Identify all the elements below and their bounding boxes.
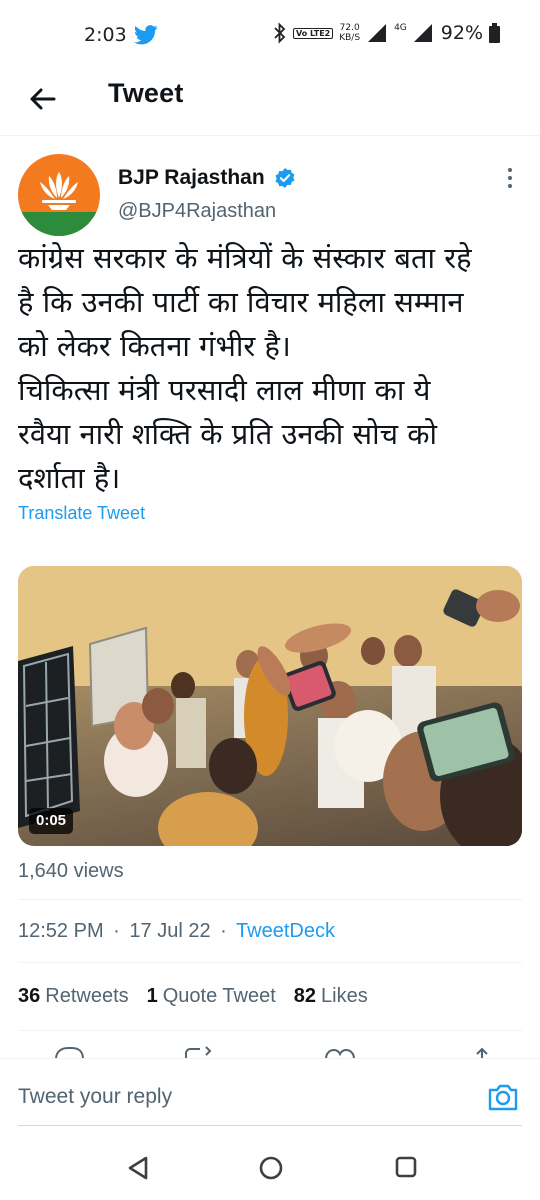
video-frame <box>18 566 522 846</box>
view-count: 1,640 views <box>18 860 124 882</box>
battery-percent: 92% <box>440 22 483 44</box>
reply-icon <box>55 1047 84 1058</box>
tweet-meta: 12:52 PM · 17 Jul 22 · TweetDeck <box>18 920 335 943</box>
signal-icon-2 <box>413 24 432 42</box>
status-icons: Vo LTE2 72.0 KB/S 4G 92% <box>273 22 500 44</box>
more-icon[interactable] <box>502 166 518 190</box>
back-arrow-icon[interactable] <box>26 82 60 116</box>
net-speed-unit: KB/S <box>339 33 361 43</box>
divider <box>18 962 522 963</box>
reply-bar: Tweet your reply <box>0 1058 540 1128</box>
likes-count: 82 <box>293 985 317 1007</box>
battery-icon <box>489 23 500 43</box>
share-icon <box>476 1047 488 1058</box>
likes-label: Likes <box>321 985 368 1007</box>
meta-separator: · <box>220 920 227 942</box>
avatar[interactable] <box>18 154 100 236</box>
nav-back-icon[interactable] <box>126 1155 150 1181</box>
retweets-label: Retweets <box>45 985 129 1007</box>
status-bar: 2:03 Vo LTE2 72.0 KB/S 4G 92% <box>0 0 540 70</box>
reply-input[interactable]: Tweet your reply <box>18 1085 172 1109</box>
author-name[interactable]: BJP Rajasthan <box>118 166 265 190</box>
divider <box>18 899 522 900</box>
video-player[interactable] <box>18 566 522 846</box>
action-row <box>0 1044 540 1058</box>
tweet-date: 17 Jul 22 <box>129 920 211 942</box>
author-handle[interactable]: @BJP4Rajasthan <box>118 200 276 223</box>
tweet-stats: 36 Retweets 1 Quote Tweet 82 Likes <box>18 985 368 1008</box>
network-type: 4G <box>394 23 407 33</box>
nav-recents-icon[interactable] <box>394 1155 418 1179</box>
nav-home-icon[interactable] <box>258 1155 284 1181</box>
net-speed: 72.0 KB/S <box>339 23 360 43</box>
reply-underline <box>18 1125 522 1126</box>
translate-tweet-link[interactable]: Translate Tweet <box>18 503 145 524</box>
likes-stat[interactable]: 82 Likes <box>294 985 368 1008</box>
retweet-icon <box>185 1046 212 1058</box>
tweet-time: 12:52 PM <box>18 920 104 942</box>
status-time: 2:03 <box>84 24 127 46</box>
page-title: Tweet <box>108 78 184 108</box>
meta-separator: · <box>113 920 120 942</box>
verified-icon <box>275 168 295 188</box>
retweets-count: 36 <box>18 985 41 1007</box>
system-nav-bar <box>0 1130 540 1200</box>
camera-icon[interactable] <box>486 1081 520 1113</box>
tweet-source-link[interactable]: TweetDeck <box>236 920 335 942</box>
net-speed-value: 72.0 <box>339 23 360 33</box>
signal-icon <box>368 24 387 42</box>
bluetooth-icon <box>274 22 286 44</box>
tweet-text: कांग्रेस सरकार के मंत्रियों के संस्कार ब… <box>18 241 472 495</box>
like-icon <box>325 1048 355 1058</box>
retweets-stat[interactable]: 36 Retweets <box>18 985 129 1008</box>
quotes-stat[interactable]: 1 Quote Tweet <box>147 985 276 1008</box>
twitter-icon <box>134 25 158 45</box>
quotes-count: 1 <box>146 985 158 1007</box>
quotes-label: Quote Tweet <box>162 985 276 1007</box>
lotus-logo-icon <box>40 172 78 210</box>
volte-badge: Vo LTE2 <box>292 27 334 39</box>
header: Tweet <box>0 70 540 136</box>
video-duration: 0:05 <box>29 808 74 834</box>
divider <box>18 1030 522 1031</box>
